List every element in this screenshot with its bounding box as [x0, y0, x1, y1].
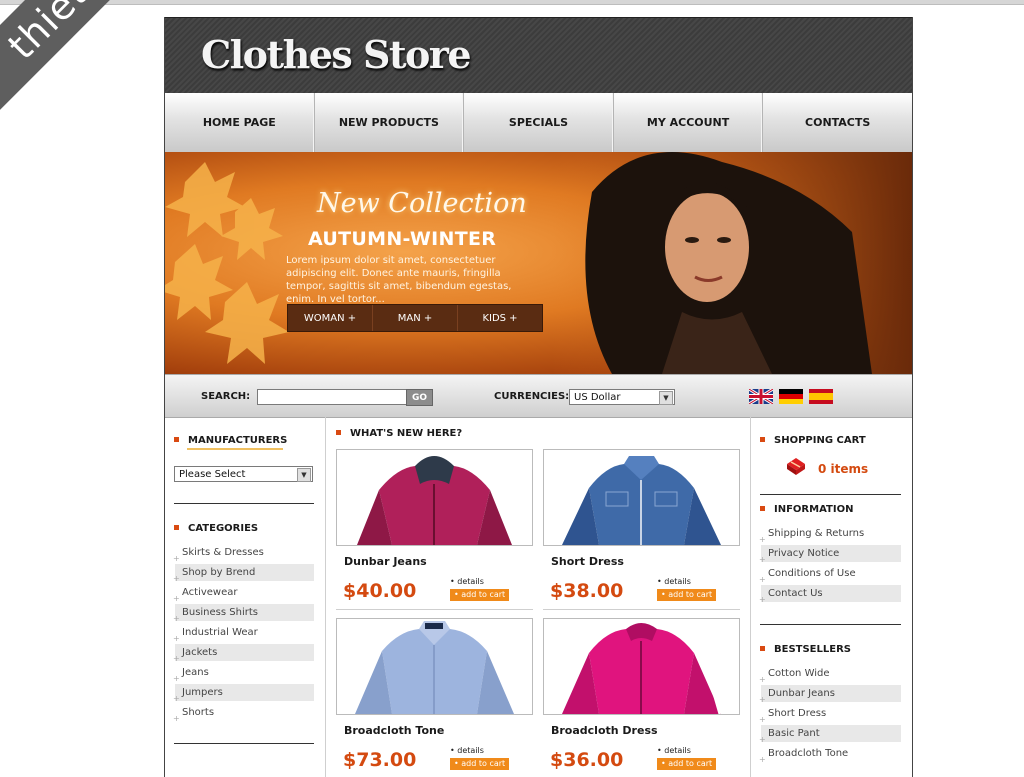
divider	[760, 494, 901, 495]
autumn-leaves-image	[165, 162, 289, 364]
store-logo[interactable]: Clothes Store	[201, 32, 472, 77]
category-industrial-wear[interactable]: Industrial Wear	[173, 624, 314, 647]
details-link[interactable]: • details	[450, 577, 484, 586]
man-button[interactable]: MAN +	[373, 305, 458, 331]
manufacturer-selected-value: Please Select	[179, 469, 246, 480]
search-label: SEARCH:	[201, 391, 251, 402]
product-image-broadcloth-tone[interactable]	[336, 618, 533, 715]
manufacturers-heading: MANUFACTURERS	[174, 435, 287, 446]
spain-flag-icon[interactable]	[809, 389, 833, 404]
divider	[174, 503, 314, 504]
germany-flag-icon[interactable]	[779, 389, 803, 404]
add-to-cart-button[interactable]: • add to cart	[657, 589, 716, 601]
bestseller-item[interactable]: Broadcloth Tone	[759, 745, 901, 768]
search-bar: SEARCH: GO CURRENCIES: US Dollar ▼	[165, 374, 912, 418]
product-name[interactable]: Dunbar Jeans	[344, 555, 427, 568]
product-price: $40.00	[343, 580, 417, 602]
nav-new-products[interactable]: NEW PRODUCTS	[315, 93, 465, 152]
divider	[760, 624, 901, 625]
product-name[interactable]: Broadcloth Dress	[551, 724, 658, 737]
category-jumpers[interactable]: Jumpers	[173, 684, 314, 707]
category-jeans[interactable]: Jeans	[173, 664, 314, 687]
kids-button[interactable]: KIDS +	[458, 305, 542, 331]
model-photo	[552, 152, 912, 374]
bestseller-item[interactable]: Short Dress	[759, 705, 901, 728]
nav-specials[interactable]: SPECIALS	[464, 93, 614, 152]
whats-new-heading: WHAT'S NEW HERE?	[336, 428, 462, 439]
browser-top-edge	[0, 0, 1024, 5]
info-conditions-of-use[interactable]: Conditions of Use	[759, 565, 901, 588]
nav-contacts[interactable]: CONTACTS	[763, 93, 912, 152]
store-page: Clothes Store HOME PAGE NEW PRODUCTS SPE…	[164, 17, 913, 777]
currencies-label: CURRENCIES:	[494, 391, 570, 402]
product-image-broadcloth-dress[interactable]	[543, 618, 740, 715]
info-contact-us[interactable]: Contact Us	[759, 585, 901, 608]
product-image-dunbar-jeans[interactable]	[336, 449, 533, 546]
banner-title: AUTUMN-WINTER	[308, 228, 497, 250]
nav-home-page[interactable]: HOME PAGE	[165, 93, 315, 152]
hero-banner: New Collection AUTUMN-WINTER Lorem ipsum…	[165, 152, 912, 374]
woman-button[interactable]: WOMAN +	[288, 305, 373, 331]
category-jackets[interactable]: Jackets	[173, 644, 314, 667]
uk-flag-icon[interactable]	[749, 389, 773, 404]
info-shipping-returns[interactable]: Shipping & Returns	[759, 525, 901, 548]
product-image-short-dress[interactable]	[543, 449, 740, 546]
add-to-cart-button[interactable]: • add to cart	[450, 758, 509, 770]
category-shorts[interactable]: Shorts	[173, 704, 314, 727]
currency-select[interactable]: US Dollar ▼	[569, 389, 675, 405]
right-sidebar: SHOPPING CART 0 items INFORMATION Shippi…	[749, 416, 912, 777]
shopping-cart-heading: SHOPPING CART	[760, 435, 866, 446]
category-activewear[interactable]: Activewear	[173, 584, 314, 607]
banner-category-buttons: WOMAN + MAN + KIDS +	[287, 304, 543, 332]
go-button[interactable]: GO	[406, 389, 433, 406]
information-heading: INFORMATION	[760, 504, 853, 515]
banner-description: Lorem ipsum dolor sit amet, consectetuer…	[286, 255, 512, 305]
product-name[interactable]: Short Dress	[551, 555, 624, 568]
divider	[174, 743, 314, 744]
chevron-down-icon: ▼	[659, 391, 673, 405]
product-name[interactable]: Broadcloth Tone	[344, 724, 444, 737]
add-to-cart-button[interactable]: • add to cart	[450, 589, 509, 601]
add-to-cart-button[interactable]: • add to cart	[657, 758, 716, 770]
categories-heading: CATEGORIES	[174, 523, 258, 534]
divider	[543, 609, 740, 610]
info-privacy-notice[interactable]: Privacy Notice	[759, 545, 901, 568]
left-sidebar: MANUFACTURERS Please Select ▼ CATEGORIES…	[165, 416, 325, 777]
currency-selected-value: US Dollar	[574, 392, 621, 403]
bestseller-item[interactable]: Cotton Wide	[759, 665, 901, 688]
shopping-cart-icon[interactable]	[785, 456, 807, 476]
main-nav: HOME PAGE NEW PRODUCTS SPECIALS MY ACCOU…	[165, 93, 912, 152]
details-link[interactable]: • details	[657, 577, 691, 586]
cart-item-count[interactable]: 0 items	[818, 462, 868, 476]
banner-script-heading: New Collection	[317, 188, 527, 219]
manufacturer-select[interactable]: Please Select ▼	[174, 466, 313, 482]
category-skirts-dresses[interactable]: Skirts & Dresses	[173, 544, 314, 567]
bestseller-item[interactable]: Dunbar Jeans	[759, 685, 901, 708]
category-shop-by-brend[interactable]: Shop by Brend	[173, 564, 314, 587]
product-price: $38.00	[550, 580, 624, 602]
heading-underline	[187, 448, 283, 450]
divider	[336, 609, 533, 610]
details-link[interactable]: • details	[450, 746, 484, 755]
details-link[interactable]: • details	[657, 746, 691, 755]
bestseller-item[interactable]: Basic Pant	[759, 725, 901, 748]
logo-bar: Clothes Store	[165, 17, 912, 94]
bestsellers-heading: BESTSELLERS	[760, 644, 851, 655]
chevron-down-icon: ▼	[297, 468, 311, 482]
search-input[interactable]	[257, 389, 407, 405]
category-business-shirts[interactable]: Business Shirts	[173, 604, 314, 627]
whats-new-section: WHAT'S NEW HERE? Dunbar Jeans $40.00 • d…	[325, 416, 751, 777]
nav-my-account[interactable]: MY ACCOUNT	[614, 93, 764, 152]
